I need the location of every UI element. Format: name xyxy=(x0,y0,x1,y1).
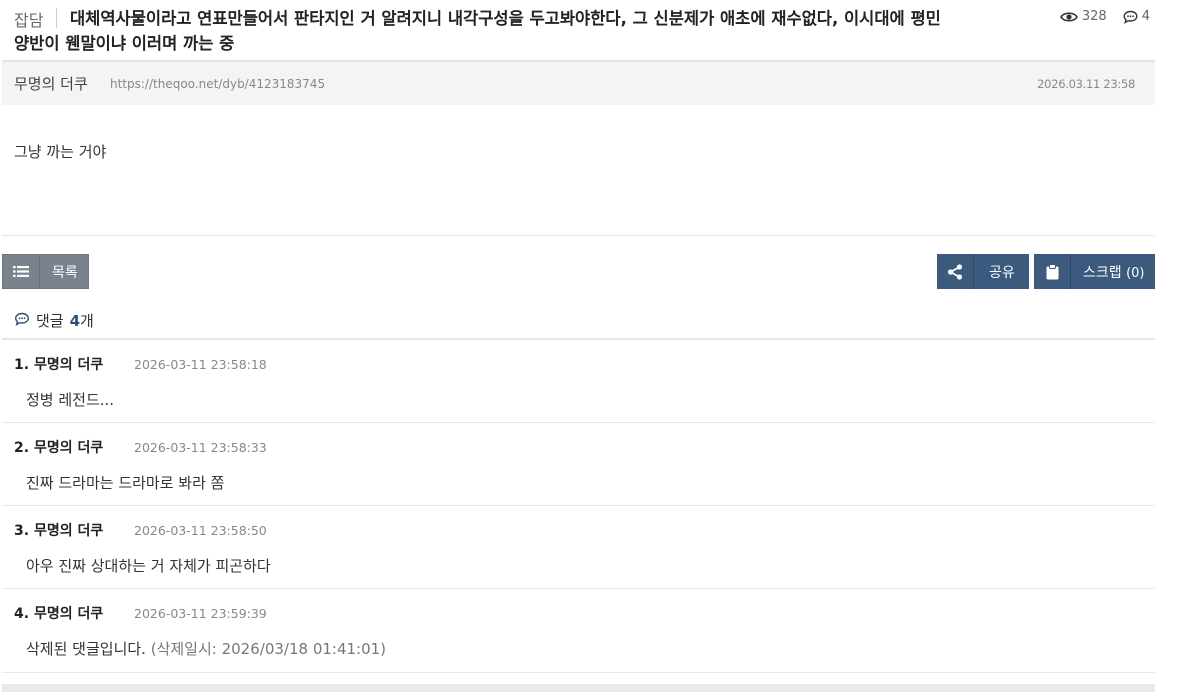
post-title-line1: 대체역사물이라고 연표만들어서 판타지인 거 알려지니 내각구성을 두고봐야한다… xyxy=(70,9,941,28)
post-url[interactable]: https://theqoo.net/dyb/4123183745 xyxy=(110,77,325,91)
comment-author: 무명의 더쿠 xyxy=(33,523,104,539)
comment-deleted-text: 삭제된 댓글입니다. xyxy=(26,640,146,658)
comment-time: 2026-03-11 23:59:39 xyxy=(134,606,267,621)
divider xyxy=(2,235,1155,236)
divider xyxy=(56,8,57,28)
post-container: 잡담 대체역사물이라고 연표만들어서 판타지인 거 알려지니 내각구성을 두고봐… xyxy=(0,0,1155,692)
comments-header-label: 댓글 xyxy=(36,312,64,330)
list-icon xyxy=(3,255,40,288)
post-header: 잡담 대체역사물이라고 연표만들어서 판타지인 거 알려지니 내각구성을 두고봐… xyxy=(14,4,1154,58)
category-label[interactable]: 잡담 xyxy=(14,7,43,31)
scrap-label-text: 스크랩 xyxy=(1083,264,1122,281)
comment-text: 아우 진짜 상대하는 거 자체가 피곤하다 xyxy=(26,557,271,575)
scrap-button[interactable]: 스크랩 (0) xyxy=(1034,254,1155,289)
comment-text: 정병 레전드... xyxy=(26,391,115,409)
post-info-bar: 무명의 더쿠 https://theqoo.net/dyb/4123183745… xyxy=(2,60,1155,105)
view-count: 328 xyxy=(1081,9,1107,24)
comment-author: 무명의 더쿠 xyxy=(33,357,104,373)
comments-count-suffix: 개 xyxy=(80,312,94,330)
list-button-label: 목록 xyxy=(52,264,78,281)
bottom-divider xyxy=(2,684,1155,692)
comment-time: 2026-03-11 23:58:33 xyxy=(134,440,267,455)
clipboard-icon xyxy=(1034,254,1071,289)
post-title: 대체역사물이라고 연표만들어서 판타지인 거 알려지니 내각구성을 두고봐야한다… xyxy=(14,6,1030,56)
share-icon xyxy=(937,254,974,289)
post-author: 무명의 더쿠 xyxy=(14,75,88,93)
speech-bubble-icon xyxy=(1123,10,1138,24)
comments-header-count: 4개 xyxy=(70,310,94,331)
comment-count: 4 xyxy=(1141,9,1150,24)
comment-item: 2. 무명의 더쿠 2026-03-11 23:58:33 진짜 드라마는 드라… xyxy=(2,423,1155,506)
comment-deleted-note: (삭제일시: 2026/03/18 01:41:01) xyxy=(150,640,387,658)
comment-item: 3. 무명의 더쿠 2026-03-11 23:58:50 아우 진짜 상대하는… xyxy=(2,506,1155,589)
comments-header: 댓글 4개 xyxy=(14,310,94,331)
comment-item: 1. 무명의 더쿠 2026-03-11 23:58:18 정병 레전드... xyxy=(2,340,1155,423)
eye-icon xyxy=(1059,11,1078,23)
comment-text: 삭제된 댓글입니다. (삭제일시: 2026/03/18 01:41:01) xyxy=(26,638,386,659)
scrap-count: (0) xyxy=(1126,265,1145,281)
comment-time: 2026-03-11 23:58:18 xyxy=(134,357,267,372)
comment-header: 3. 무명의 더쿠 xyxy=(14,520,103,540)
comment-header: 1. 무명의 더쿠 xyxy=(14,354,103,374)
post-date: 2026.03.11 23:58 xyxy=(1037,77,1135,91)
comment-number: 1. xyxy=(14,357,30,373)
comments-count-number: 4 xyxy=(69,312,81,330)
share-button-label: 공유 xyxy=(989,264,1015,281)
list-button[interactable]: 목록 xyxy=(2,254,89,289)
comment-header: 2. 무명의 더쿠 xyxy=(14,437,103,457)
comment-number: 2. xyxy=(14,440,30,456)
comment-number: 3. xyxy=(14,523,30,539)
post-body: 그냥 까는 거야 xyxy=(14,143,107,161)
speech-bubble-icon xyxy=(14,312,30,330)
comment-number: 4. xyxy=(14,606,30,622)
post-title-line2: 양반이 웬말이냐 이러며 까는 중 xyxy=(14,34,235,53)
comment-author: 무명의 더쿠 xyxy=(33,440,104,456)
share-button[interactable]: 공유 xyxy=(937,254,1029,289)
comment-time: 2026-03-11 23:58:50 xyxy=(134,523,267,538)
post-stats: 328 4 xyxy=(1059,9,1150,24)
comment-author: 무명의 더쿠 xyxy=(33,606,104,622)
comment-text: 진짜 드라마는 드라마로 봐라 쫌 xyxy=(26,474,225,492)
scrap-button-label: 스크랩 (0) xyxy=(1071,262,1145,282)
comment-header: 4. 무명의 더쿠 xyxy=(14,603,103,623)
comment-item: 4. 무명의 더쿠 2026-03-11 23:59:39 삭제된 댓글입니다.… xyxy=(2,589,1155,673)
